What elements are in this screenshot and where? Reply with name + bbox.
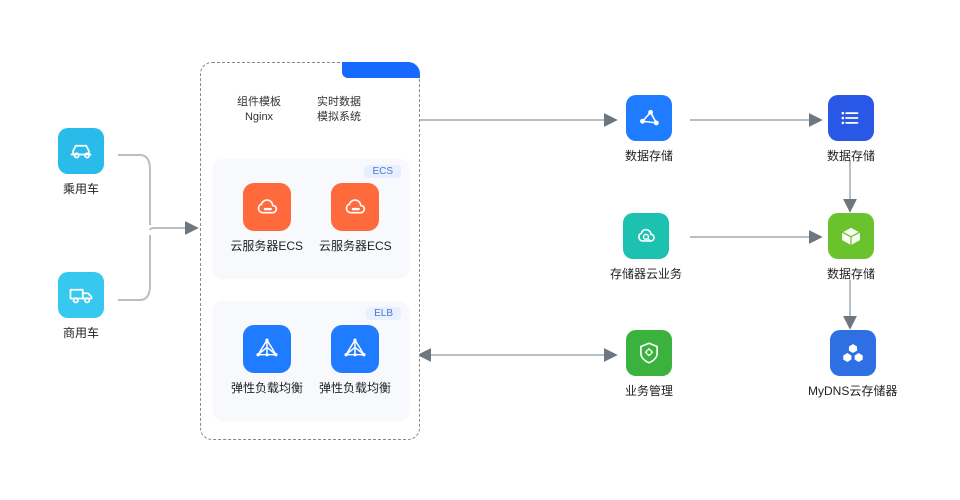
elb-label-2: 弹性负载均衡 — [319, 379, 391, 396]
share-icon — [626, 95, 672, 141]
elb-icon-2 — [331, 325, 379, 373]
ecs-label-2: 云服务器ECS — [319, 237, 392, 254]
truck-icon — [58, 272, 104, 318]
car-label: 乘用车 — [58, 180, 104, 197]
cloud-top-text: 组件模板 Nginx 实时数据 模拟系统 — [237, 95, 361, 126]
node-shield: 业务管理 — [625, 330, 673, 399]
truck-label: 商用车 — [58, 324, 104, 341]
cloud-search-label: 存储器云业务 — [610, 265, 682, 282]
car-icon — [58, 128, 104, 174]
connectors — [0, 0, 960, 500]
elb-box: ELB 弹性负载均衡 弹性负载均衡 — [213, 301, 409, 419]
cloud-top-col2-line1: 实时数据 — [317, 95, 361, 110]
cloud-top-col1-line1: 组件模板 — [237, 95, 281, 110]
cube-icon — [828, 213, 874, 259]
data-list-label: 数据存储 — [827, 147, 875, 164]
shield-gear-icon — [626, 330, 672, 376]
list-icon — [828, 95, 874, 141]
cloud-tab — [342, 62, 420, 78]
node-hex: MyDNS云存储器 — [808, 330, 897, 399]
node-data-list: 数据存储 — [827, 95, 875, 164]
hex-cluster-icon — [830, 330, 876, 376]
node-truck: 商用车 — [58, 272, 104, 341]
cloud-top-col2-line2: 模拟系统 — [317, 110, 361, 125]
cloud-container: 组件模板 Nginx 实时数据 模拟系统 ECS 云服务器ECS 云服务器ECS — [200, 62, 420, 440]
ecs-icon-2 — [331, 183, 379, 231]
elb-icon-1 — [243, 325, 291, 373]
elb-label-1: 弹性负载均衡 — [231, 379, 303, 396]
node-data-share: 数据存储 — [625, 95, 673, 164]
cloud-top-col1-line2: Nginx — [237, 110, 281, 125]
ecs-label-1: 云服务器ECS — [230, 237, 303, 254]
cube-label: 数据存储 — [827, 265, 875, 282]
ecs-box: ECS 云服务器ECS 云服务器ECS — [213, 159, 409, 277]
hex-label: MyDNS云存储器 — [808, 382, 897, 399]
data-share-label: 数据存储 — [625, 147, 673, 164]
ecs-tag: ECS — [364, 165, 401, 178]
ecs-icon-1 — [243, 183, 291, 231]
elb-tag: ELB — [366, 307, 401, 320]
cloud-search-icon — [623, 213, 669, 259]
shield-label: 业务管理 — [625, 382, 673, 399]
node-cloud-search: 存储器云业务 — [610, 213, 682, 282]
node-cube: 数据存储 — [827, 213, 875, 282]
node-car: 乘用车 — [58, 128, 104, 197]
